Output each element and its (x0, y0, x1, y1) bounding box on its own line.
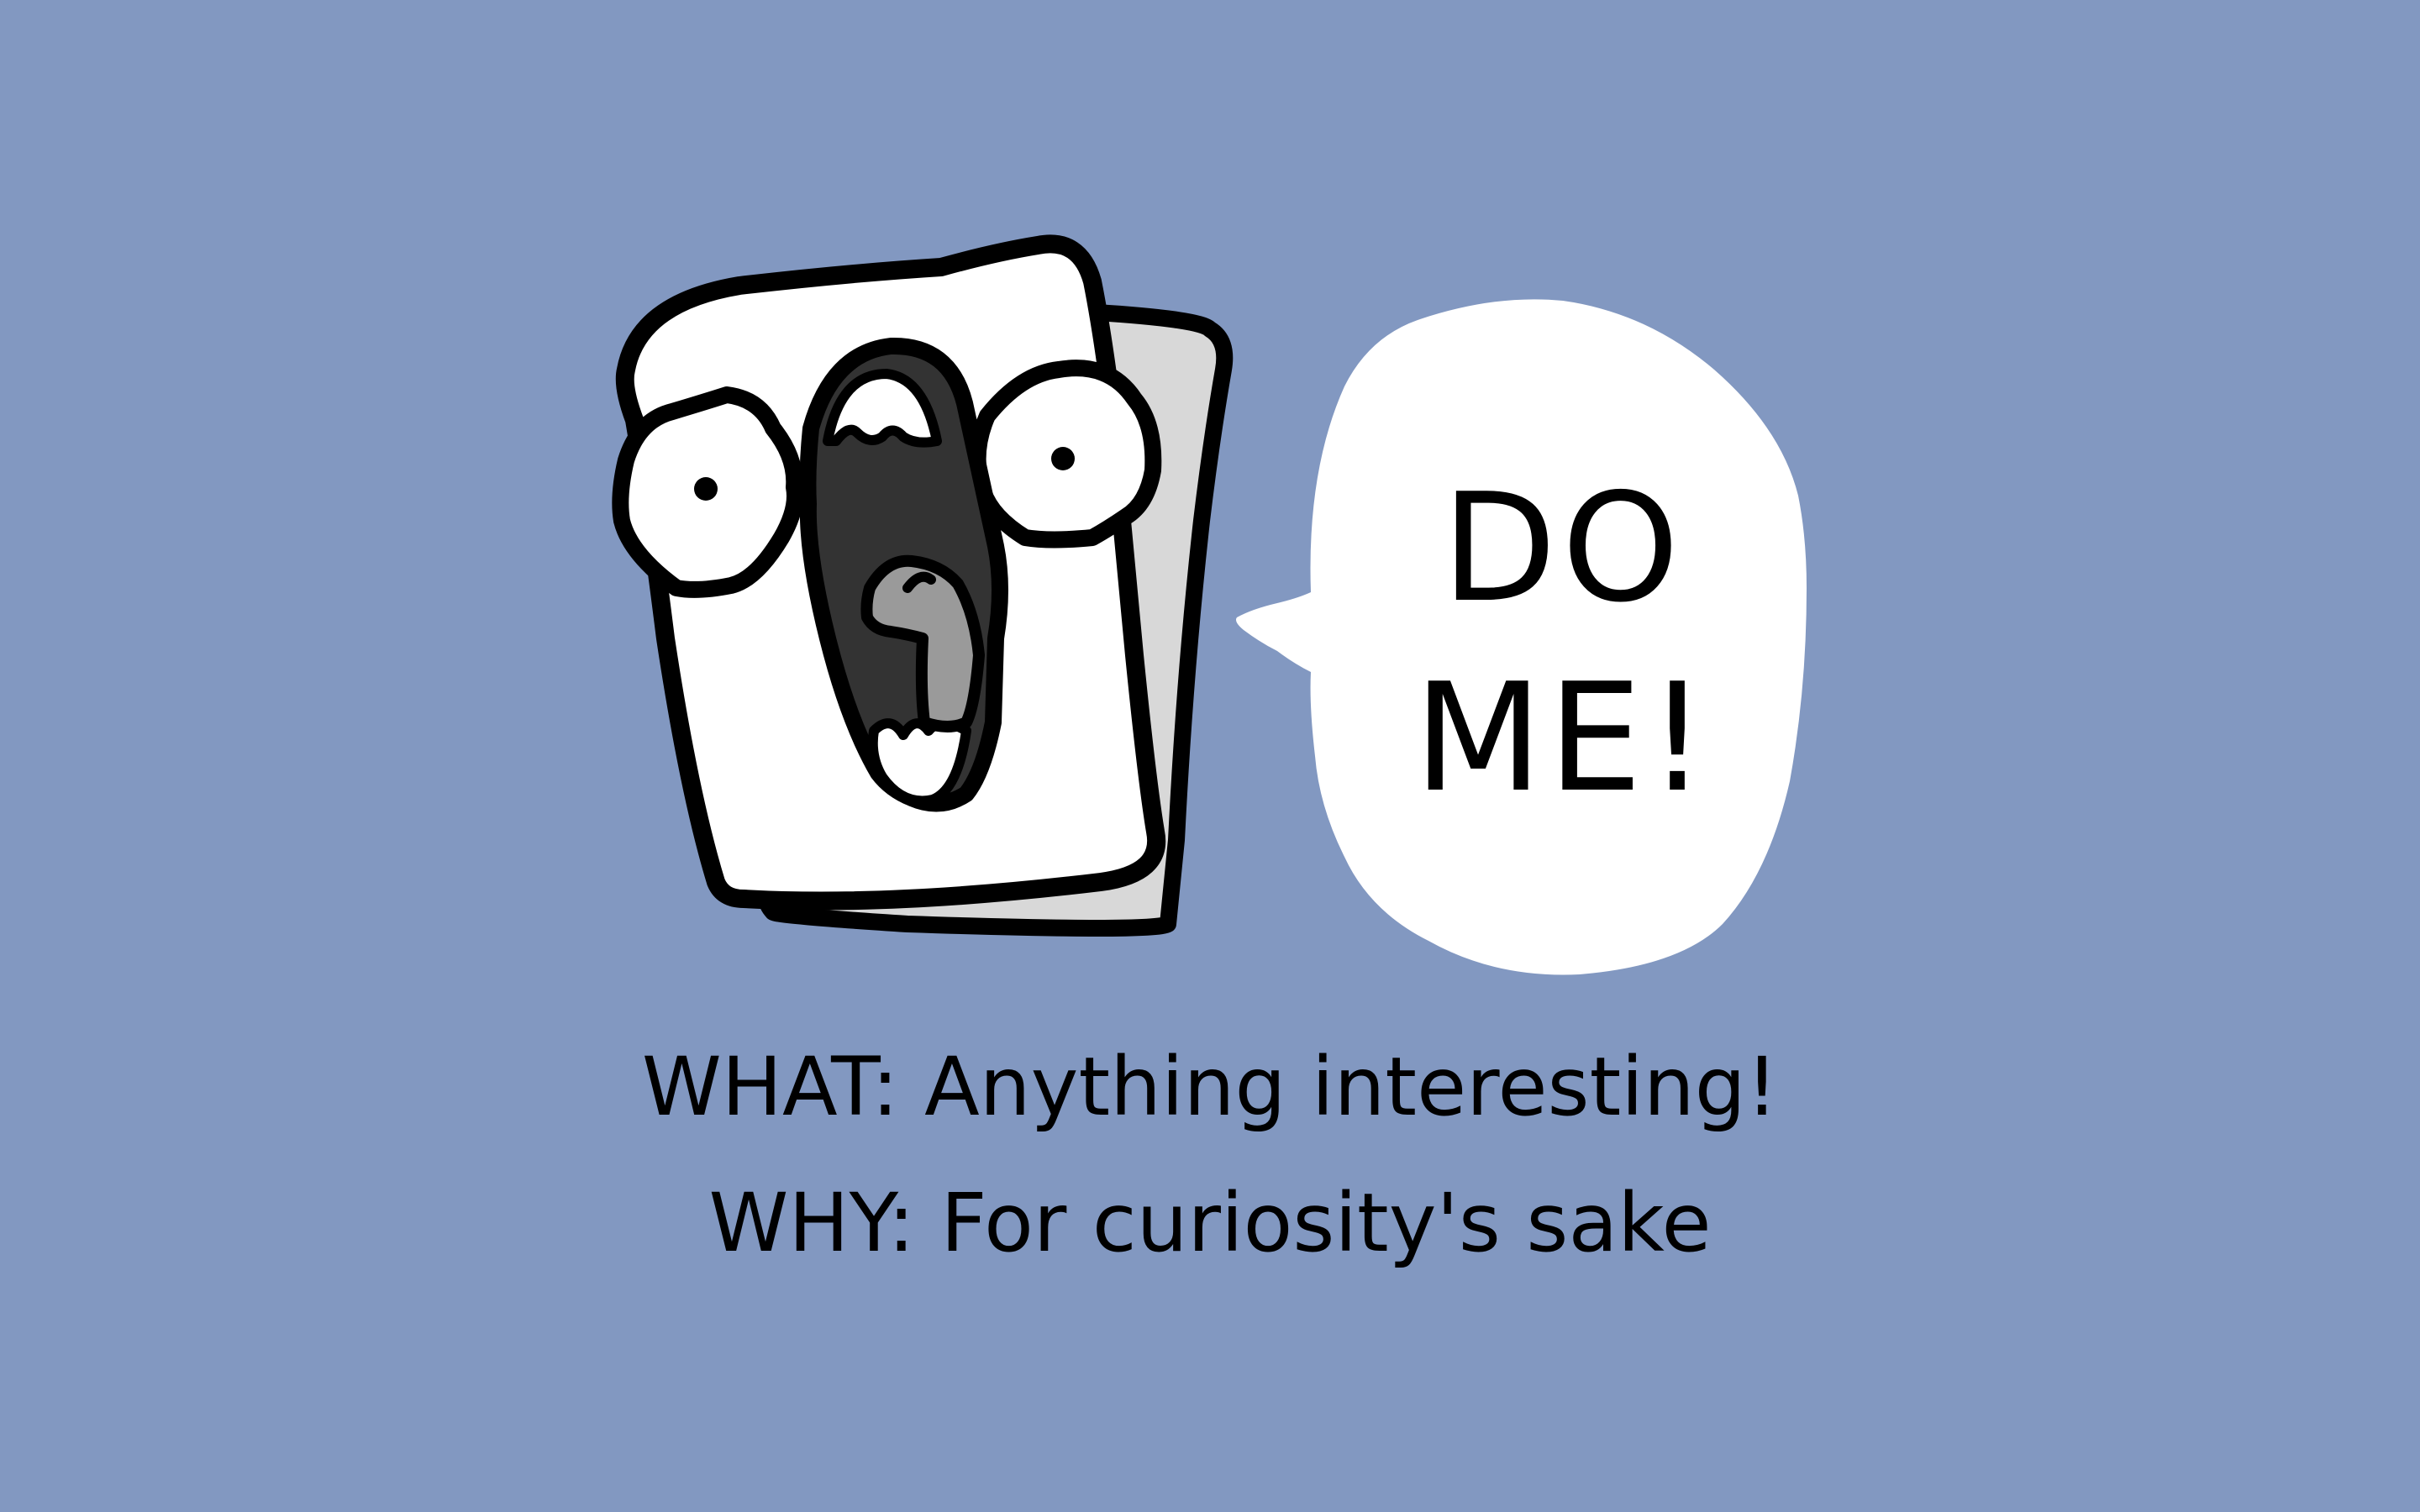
bubble-line-2: ME! (1413, 651, 1712, 825)
speech-bubble-text: DO ME! (1378, 454, 1748, 833)
lower-teeth (867, 718, 971, 806)
bubble-line-1: DO (1441, 461, 1685, 635)
left-pupil (694, 477, 718, 501)
right-pupil (1051, 447, 1075, 470)
caption-what: WHAT: Anything interesting! (641, 1040, 1779, 1134)
illustration (612, 234, 1807, 975)
caption-why: WHY: For curiosity's sake (708, 1176, 1712, 1270)
